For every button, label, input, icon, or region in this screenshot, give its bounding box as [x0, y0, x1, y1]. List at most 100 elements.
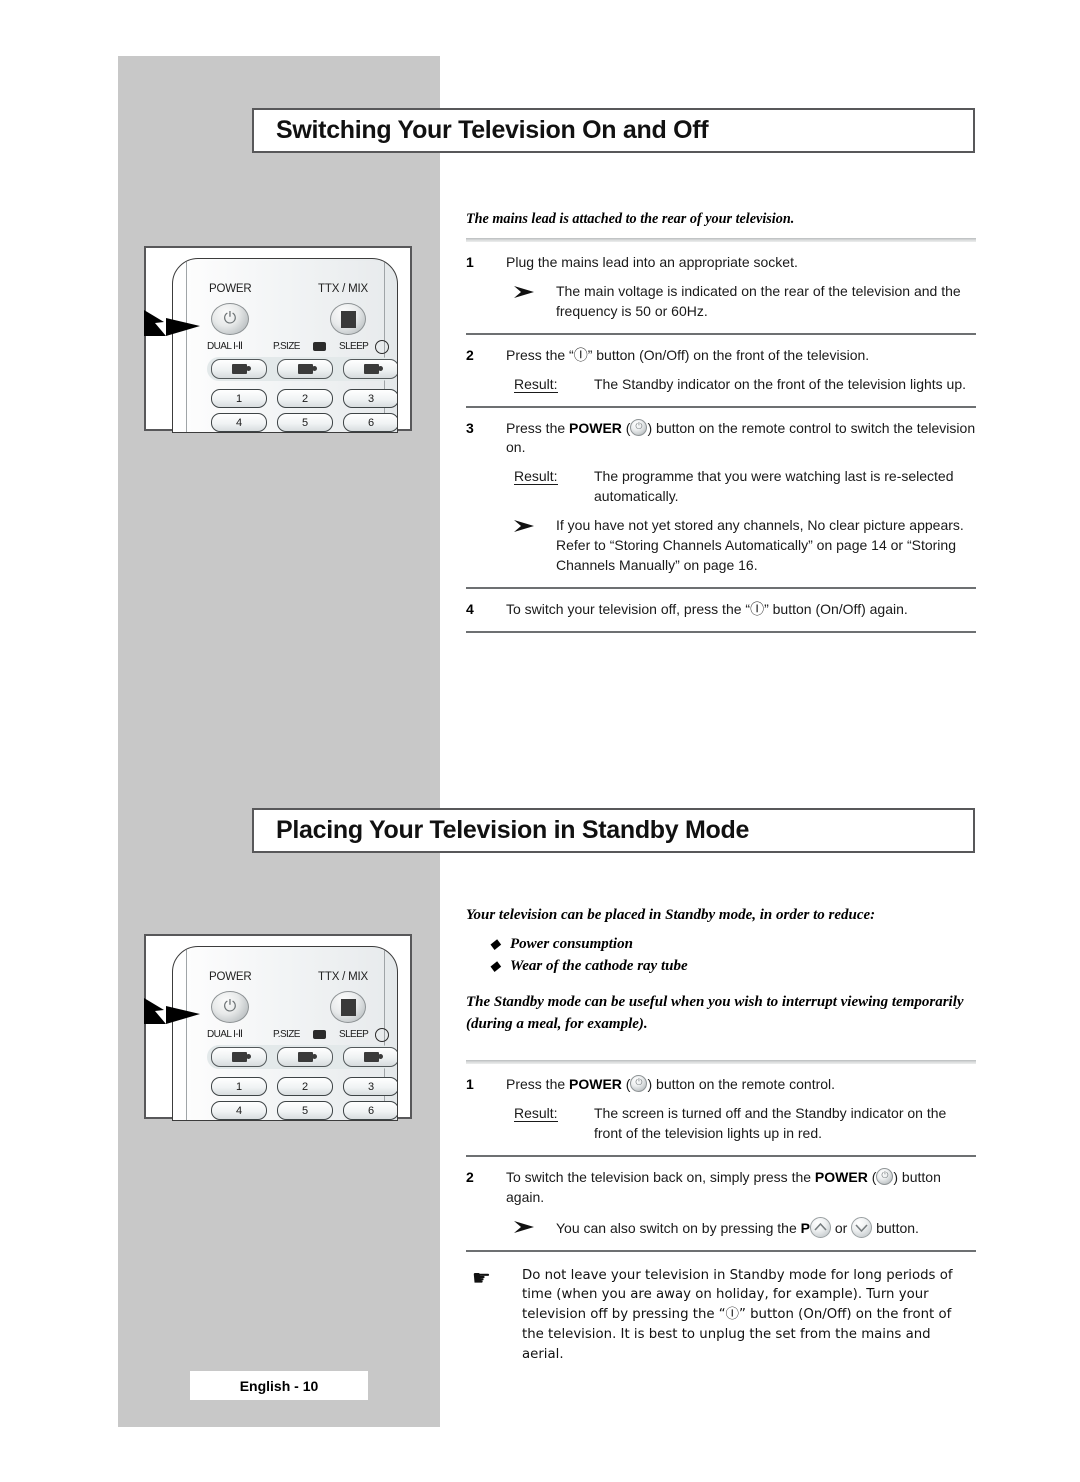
remote-body: POWER TTX / MIX ⏻ DUAL I-Ⅱ P.SIZE SLEEP …	[172, 258, 398, 433]
remote-sleep-button[interactable]	[343, 1047, 397, 1067]
step-2-result-text: The Standby indicator on the front of th…	[594, 375, 967, 392]
step-2-text-b: ” button (On/Off) on the front of the te…	[587, 346, 870, 363]
standby-step-1-text-b: (	[621, 1076, 631, 1093]
step-1: 1 Plug the mains lead into an appropriat…	[466, 242, 976, 322]
remote-number-button-2[interactable]: 2	[277, 1077, 333, 1096]
remote-inner-panel: POWER TTX / MIX ⏻ DUAL I-Ⅱ P.SIZE SLEEP …	[186, 949, 397, 1120]
remote-control-figure-top: POWER TTX / MIX ⏻ DUAL I-Ⅱ P.SIZE SLEEP …	[144, 246, 412, 433]
picture-size-icon	[297, 364, 317, 374]
step-2-text: Press the “Ⓘ” button (On/Off) on the fro…	[506, 346, 976, 366]
standby-step-2-number: 2	[466, 1168, 474, 1185]
section-heading-switching-label: Switching Your Television On and Off	[276, 116, 709, 144]
arrow-bullet-icon	[506, 1217, 556, 1239]
remote-number-button-2[interactable]: 2	[277, 389, 333, 408]
step-3-result-label: Result:	[514, 468, 558, 486]
list-item: ◆ Power consumption	[466, 936, 976, 953]
standby-step-1-text-a: Press the	[506, 1076, 570, 1093]
standby-warning-note: ☛ Do not leave your television in Standb…	[466, 1252, 976, 1366]
remote-dual-button[interactable]	[211, 359, 267, 379]
remote-ttx-mix-button[interactable]	[330, 303, 366, 335]
step-4-number: 4	[466, 600, 474, 617]
remote-power-button[interactable]: ⏻	[211, 991, 249, 1023]
pointer-arrow-icon	[144, 310, 200, 336]
remote-power-label: POWER	[209, 283, 252, 295]
standby-step-2-power-word: POWER	[814, 1168, 868, 1185]
bullet-text: Wear of the cathode ray tube	[510, 957, 688, 974]
sleep-timer-icon	[363, 364, 383, 374]
step-2: 2 Press the “Ⓘ” button (On/Off) on the f…	[466, 335, 976, 395]
remote-power-button[interactable]: ⏻	[211, 303, 249, 335]
list-item: ◆ Wear of the cathode ray tube	[466, 958, 976, 975]
remote-sleep-label: SLEEP	[339, 1029, 369, 1040]
note-text-c: button.	[872, 1219, 919, 1236]
remote-psize-button[interactable]	[277, 359, 333, 379]
dual-sound-icon	[231, 1052, 251, 1062]
step-2-text-a: Press the “	[506, 346, 574, 363]
remote-ttx-label: TTX / MIX	[318, 283, 368, 295]
step-1-note-text: The main voltage is indicated on the rea…	[556, 283, 961, 319]
psize-icon	[313, 342, 326, 351]
standby-step-1-result-label: Result:	[514, 1105, 558, 1123]
pointing-hand-icon: ☛	[472, 1266, 491, 1290]
onoff-icon: Ⓘ	[750, 600, 765, 617]
remote-dual-label: DUAL I-Ⅱ	[207, 1029, 243, 1040]
channel-up-icon	[809, 1216, 831, 1238]
remote-number-button-1[interactable]: 1	[211, 389, 267, 408]
remote-number-button-4[interactable]: 4	[211, 413, 267, 432]
remote-number-button-3[interactable]: 3	[343, 1077, 397, 1096]
remote-number-button-6[interactable]: 6	[343, 413, 397, 432]
remote-number-button-3[interactable]: 3	[343, 389, 397, 408]
rule-dark-4	[466, 630, 976, 633]
step-1-number: 1	[466, 254, 474, 271]
step-3-note: If you have not yet stored any channels,…	[506, 516, 976, 576]
channel-down-icon	[851, 1216, 873, 1238]
remote-number-button-4[interactable]: 4	[211, 1101, 267, 1120]
section2-intro2-text: The Standby mode can be useful when you …	[466, 993, 964, 1032]
note-text-b: or	[830, 1219, 852, 1236]
remote-number-button-6[interactable]: 6	[343, 1101, 397, 1120]
standby-step-2: 2 To switch the television back on, simp…	[466, 1157, 976, 1239]
standby-step-1-power-word: POWER	[569, 1076, 622, 1093]
manual-page: Switching Your Television On and Off POW…	[0, 0, 1080, 1482]
step-2-number: 2	[466, 346, 474, 363]
remote-sleep-button[interactable]	[343, 359, 397, 379]
bullet-text: Power consumption	[510, 935, 633, 952]
section-standby-content: Your television can be placed in Standby…	[466, 905, 976, 1365]
power-button-icon	[876, 1167, 894, 1185]
step-2-result: Result: The Standby indicator on the fro…	[506, 375, 976, 395]
sleep-timer-icon	[363, 1052, 383, 1062]
step-1-text: Plug the mains lead into an appropriate …	[506, 254, 798, 271]
remote-number-button-5[interactable]: 5	[277, 413, 333, 432]
section-heading-standby-label: Placing Your Television in Standby Mode	[276, 816, 750, 844]
remote-dual-button[interactable]	[211, 1047, 267, 1067]
power-button-icon	[630, 418, 648, 436]
remote-ttx-mix-button[interactable]	[330, 991, 366, 1023]
standby-step-1-result-text: The screen is turned off and the Standby…	[594, 1105, 947, 1141]
remote-ttx-label: TTX / MIX	[318, 971, 368, 983]
page-footer: English - 10	[190, 1371, 368, 1400]
sleep-clock-icon	[375, 1028, 389, 1042]
remote-number-button-5[interactable]: 5	[277, 1101, 333, 1120]
page-footer-label: English - 10	[239, 1377, 319, 1394]
remote-psize-label: P.SIZE	[273, 1029, 300, 1040]
arrow-bullet-icon	[506, 516, 556, 576]
diamond-bullet-icon: ◆	[490, 957, 500, 973]
pointer-arrow-icon	[144, 998, 200, 1024]
step-3-text-b: (	[621, 419, 631, 436]
arrow-bullet-icon	[506, 282, 556, 322]
remote-psize-button[interactable]	[277, 1047, 333, 1067]
p-channel-label: P	[800, 1219, 810, 1236]
step-2-result-label: Result:	[514, 375, 558, 393]
remote-power-label: POWER	[209, 971, 252, 983]
section2-intro-text: Your television can be placed in Standby…	[466, 907, 876, 923]
remote-sleep-label: SLEEP	[339, 341, 369, 352]
step-3-note-text: If you have not yet stored any channels,…	[556, 517, 964, 573]
step-3-result-text: The programme that you were watching las…	[594, 468, 954, 505]
step-3-text: Press the POWER () button on the remote …	[506, 418, 976, 459]
step-4-text-a: To switch your television off, press the…	[506, 600, 751, 617]
remote-number-button-1[interactable]: 1	[211, 1077, 267, 1096]
power-symbol-icon: ⏻	[223, 998, 237, 1015]
standby-step-1-text: Press the POWER () button on the remote …	[506, 1075, 976, 1095]
standby-step-1-number: 1	[466, 1076, 474, 1093]
section-heading-standby: Placing Your Television in Standby Mode	[252, 808, 975, 853]
